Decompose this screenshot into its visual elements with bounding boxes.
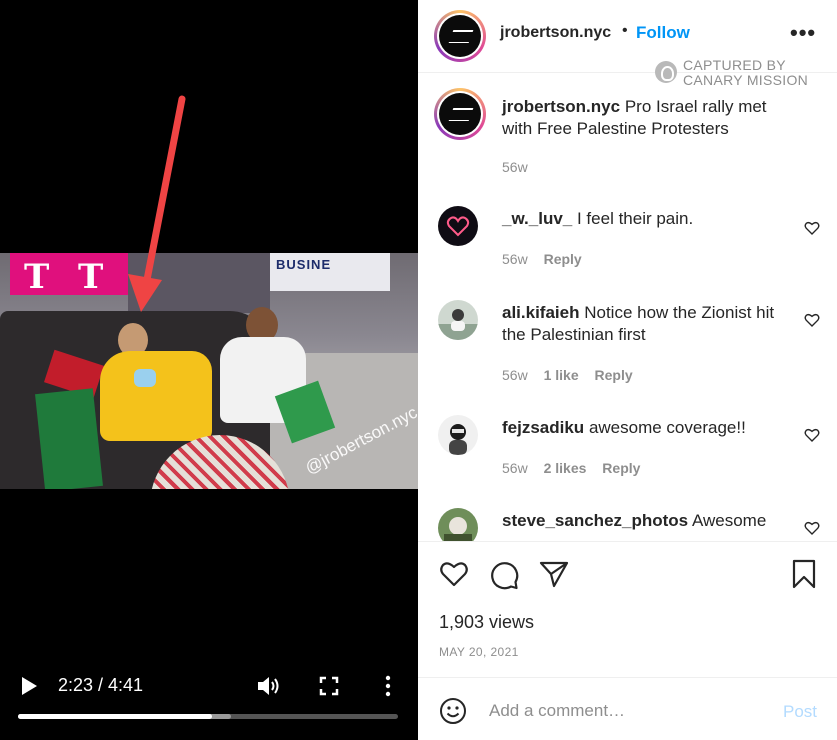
fullscreen-icon[interactable] bbox=[318, 675, 340, 697]
avatar[interactable] bbox=[434, 10, 486, 62]
comment-text: I feel their pain. bbox=[576, 209, 694, 228]
reply-button[interactable]: Reply bbox=[595, 367, 633, 383]
comment-composer: Post bbox=[418, 677, 837, 740]
magenta-billboard: T T bbox=[10, 253, 128, 297]
street-sign: BUSINE bbox=[270, 253, 390, 291]
header-username[interactable]: jrobertson.nyc bbox=[500, 24, 611, 42]
smiley-icon[interactable] bbox=[439, 697, 467, 725]
post-actions: 1,903 views MAY 20, 2021 bbox=[418, 541, 837, 677]
more-options-icon[interactable]: ••• bbox=[790, 20, 816, 46]
volume-icon[interactable] bbox=[256, 674, 282, 698]
bookmark-icon[interactable] bbox=[791, 559, 817, 589]
video-frame[interactable]: T T BUSINE @jrobertson.nyc bbox=[0, 253, 418, 489]
video-time: 2:23 / 4:41 bbox=[58, 675, 144, 695]
face-mask bbox=[134, 369, 156, 387]
view-count[interactable]: 1,903 views bbox=[439, 612, 534, 633]
watermark-line: CANARY MISSION bbox=[683, 72, 809, 88]
caption-age: 56w bbox=[502, 159, 528, 175]
comment-username[interactable]: ali.kifaieh bbox=[502, 303, 579, 322]
video-player[interactable]: T T BUSINE @jrobertson.nyc 2:23 / 4:41 bbox=[0, 0, 418, 740]
progress-played bbox=[18, 714, 212, 719]
post-date[interactable]: MAY 20, 2021 bbox=[439, 645, 519, 659]
avatar[interactable] bbox=[438, 415, 478, 455]
billboard-letter: T bbox=[24, 257, 50, 297]
video-controls: 2:23 / 4:41 bbox=[0, 665, 418, 740]
comment-username[interactable]: fejzsadiku bbox=[502, 418, 584, 437]
video-progress-bar[interactable] bbox=[18, 714, 398, 719]
comment-text: awesome coverage!! bbox=[588, 418, 746, 437]
comments-list[interactable]: jrobertson.nyc Pro Israel rally met with… bbox=[418, 74, 837, 541]
heart-icon[interactable] bbox=[804, 220, 820, 236]
vertical-dots-icon[interactable] bbox=[379, 674, 397, 698]
person-yellow-hoodie bbox=[100, 351, 212, 441]
comment-age: 56w bbox=[502, 367, 528, 383]
likes-count[interactable]: 1 like bbox=[544, 367, 579, 383]
avatar[interactable] bbox=[438, 300, 478, 340]
speech-bubble-icon[interactable] bbox=[489, 560, 519, 590]
post-button[interactable]: Post bbox=[783, 702, 817, 722]
reply-button[interactable]: Reply bbox=[544, 251, 582, 267]
likes-count[interactable]: 2 likes bbox=[544, 460, 587, 476]
comment-username[interactable]: _w._luv_ bbox=[502, 209, 572, 228]
reply-button[interactable]: Reply bbox=[602, 460, 640, 476]
post-sidebar: jrobertson.nyc • Follow ••• CAPTURED BY … bbox=[418, 0, 837, 740]
heart-icon[interactable] bbox=[804, 312, 820, 328]
heart-icon[interactable] bbox=[439, 560, 469, 588]
billboard-letter: T bbox=[78, 257, 104, 297]
separator-dot: • bbox=[622, 22, 628, 39]
follow-button[interactable]: Follow bbox=[636, 23, 690, 43]
caption-username[interactable]: jrobertson.nyc bbox=[502, 97, 620, 116]
canary-logo-icon bbox=[655, 61, 677, 83]
avatar[interactable] bbox=[438, 206, 478, 246]
watermark-line: CAPTURED BY bbox=[683, 57, 786, 73]
comment-username[interactable]: steve_sanchez_photos bbox=[502, 511, 688, 530]
avatar[interactable] bbox=[438, 508, 478, 541]
background-building bbox=[128, 253, 270, 313]
comment-age: 56w bbox=[502, 251, 528, 267]
comment-age: 56w bbox=[502, 460, 528, 476]
paper-plane-icon[interactable] bbox=[539, 560, 569, 588]
play-icon[interactable] bbox=[18, 675, 40, 697]
flag-green-stripe bbox=[35, 388, 103, 489]
comment-input[interactable] bbox=[489, 696, 769, 726]
caption-avatar[interactable] bbox=[434, 88, 486, 140]
comment-text: Awesome bbox=[691, 511, 767, 530]
heart-icon[interactable] bbox=[804, 427, 820, 443]
heart-icon[interactable] bbox=[804, 520, 820, 536]
